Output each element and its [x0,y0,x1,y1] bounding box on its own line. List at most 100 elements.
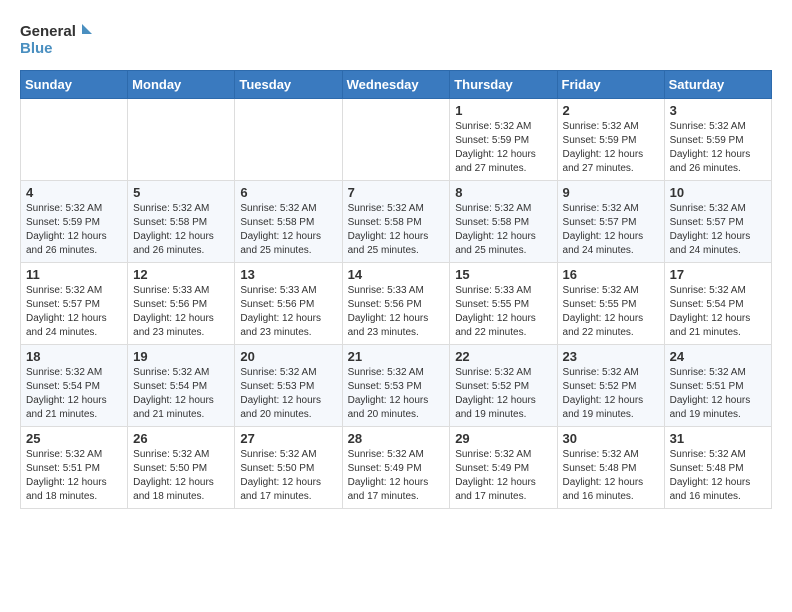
day-number: 27 [240,431,336,446]
day-number: 12 [133,267,229,282]
day-info: Sunrise: 5:32 AM Sunset: 5:52 PM Dayligh… [455,366,551,422]
day-number: 9 [563,185,659,200]
calendar-cell: 14Sunrise: 5:33 AM Sunset: 5:56 PM Dayli… [342,263,450,345]
calendar-cell: 29 Sunrise: 5:32 AM Sunset: 5:49 PM Dayli… [450,427,557,509]
day-info: Sunrise: 5:32 AM Sunset: 5:58 PM Dayligh… [455,202,551,258]
calendar-cell [128,99,235,181]
day-number: 22 [455,349,551,364]
calendar-cell: 23 Sunrise: 5:32 AM Sunset: 5:52 PM Dayli… [557,345,664,427]
calendar-cell: 18 Sunrise: 5:32 AM Sunset: 5:54 PM Dayli… [21,345,128,427]
calendar-cell: 15 Sunrise: 5:33 AM Sunset: 5:55 PM Dayli… [450,263,557,345]
day-info: Sunrise: 5:32 AM Sunset: 5:49 PM Dayligh… [455,448,551,504]
day-number: 5 [133,185,229,200]
logo-svg: General Blue [20,20,100,60]
day-info: Sunrise: 5:32 AM Sunset: 5:57 PM Dayligh… [670,202,766,258]
calendar-cell: 8 Sunrise: 5:32 AM Sunset: 5:58 PM Daylig… [450,181,557,263]
calendar-cell: 5 Sunrise: 5:32 AM Sunset: 5:58 PM Daylig… [128,181,235,263]
day-info: Sunrise: 5:32 AM Sunset: 5:53 PM Dayligh… [348,366,445,422]
calendar-table: SundayMondayTuesdayWednesdayThursdayFrid… [20,70,772,509]
day-info: Sunrise: 5:32 AM Sunset: 5:58 PM Dayligh… [348,202,445,258]
day-header-thursday: Thursday [450,71,557,99]
day-number: 13 [240,267,336,282]
day-number: 28 [348,431,445,446]
calendar-cell: 2 Sunrise: 5:32 AM Sunset: 5:59 PM Daylig… [557,99,664,181]
day-number: 7 [348,185,445,200]
calendar-cell: 6 Sunrise: 5:32 AM Sunset: 5:58 PM Daylig… [235,181,342,263]
calendar-cell: 26Sunrise: 5:32 AM Sunset: 5:50 PM Dayli… [128,427,235,509]
day-header-friday: Friday [557,71,664,99]
calendar-cell: 31Sunrise: 5:32 AM Sunset: 5:48 PM Dayli… [664,427,771,509]
day-header-monday: Monday [128,71,235,99]
day-header-wednesday: Wednesday [342,71,450,99]
day-info: Sunrise: 5:32 AM Sunset: 5:54 PM Dayligh… [133,366,229,422]
day-info: Sunrise: 5:33 AM Sunset: 5:56 PM Dayligh… [348,284,445,340]
calendar-week-1: 1 Sunrise: 5:32 AM Sunset: 5:59 PM Daylig… [21,99,772,181]
day-info: Sunrise: 5:32 AM Sunset: 5:54 PM Dayligh… [670,284,766,340]
day-number: 20 [240,349,336,364]
day-info: Sunrise: 5:32 AM Sunset: 5:57 PM Dayligh… [563,202,659,258]
calendar-cell: 21 Sunrise: 5:32 AM Sunset: 5:53 PM Dayli… [342,345,450,427]
day-info: Sunrise: 5:32 AM Sunset: 5:49 PM Dayligh… [348,448,445,504]
day-number: 17 [670,267,766,282]
day-number: 4 [26,185,122,200]
day-number: 1 [455,103,551,118]
day-number: 23 [563,349,659,364]
day-number: 10 [670,185,766,200]
day-number: 24 [670,349,766,364]
calendar-cell: 20 Sunrise: 5:32 AM Sunset: 5:53 PM Dayli… [235,345,342,427]
day-number: 6 [240,185,336,200]
calendar-cell: 3 Sunrise: 5:32 AM Sunset: 5:59 PM Daylig… [664,99,771,181]
calendar-cell: 1 Sunrise: 5:32 AM Sunset: 5:59 PM Daylig… [450,99,557,181]
day-number: 16 [563,267,659,282]
day-number: 3 [670,103,766,118]
calendar-week-4: 18 Sunrise: 5:32 AM Sunset: 5:54 PM Dayli… [21,345,772,427]
calendar-cell: 17 Sunrise: 5:32 AM Sunset: 5:54 PM Dayli… [664,263,771,345]
svg-text:Blue: Blue [20,40,53,57]
calendar-cell [342,99,450,181]
day-info: Sunrise: 5:32 AM Sunset: 5:58 PM Dayligh… [133,202,229,258]
day-info: Sunrise: 5:32 AM Sunset: 5:59 PM Dayligh… [455,120,551,176]
day-info: Sunrise: 5:33 AM Sunset: 5:56 PM Dayligh… [133,284,229,340]
calendar-cell: 25 Sunrise: 5:32 AM Sunset: 5:51 PM Dayli… [21,427,128,509]
calendar-cell: 27 Sunrise: 5:32 AM Sunset: 5:50 PM Dayli… [235,427,342,509]
logo: General Blue [20,20,100,60]
calendar-week-3: 11Sunrise: 5:32 AM Sunset: 5:57 PM Dayli… [21,263,772,345]
day-number: 21 [348,349,445,364]
page-header: General Blue [20,20,772,60]
day-info: Sunrise: 5:32 AM Sunset: 5:54 PM Dayligh… [26,366,122,422]
day-info: Sunrise: 5:32 AM Sunset: 5:50 PM Dayligh… [240,448,336,504]
day-info: Sunrise: 5:33 AM Sunset: 5:55 PM Dayligh… [455,284,551,340]
day-header-saturday: Saturday [664,71,771,99]
day-number: 25 [26,431,122,446]
day-header-tuesday: Tuesday [235,71,342,99]
day-info: Sunrise: 5:32 AM Sunset: 5:48 PM Dayligh… [670,448,766,504]
day-number: 2 [563,103,659,118]
day-number: 15 [455,267,551,282]
calendar-cell: 9 Sunrise: 5:32 AM Sunset: 5:57 PM Daylig… [557,181,664,263]
calendar-header-row: SundayMondayTuesdayWednesdayThursdayFrid… [21,71,772,99]
day-info: Sunrise: 5:32 AM Sunset: 5:59 PM Dayligh… [670,120,766,176]
day-info: Sunrise: 5:33 AM Sunset: 5:56 PM Dayligh… [240,284,336,340]
calendar-cell: 7 Sunrise: 5:32 AM Sunset: 5:58 PM Daylig… [342,181,450,263]
calendar-cell: 19 Sunrise: 5:32 AM Sunset: 5:54 PM Dayli… [128,345,235,427]
calendar-week-2: 4 Sunrise: 5:32 AM Sunset: 5:59 PM Daylig… [21,181,772,263]
day-info: Sunrise: 5:32 AM Sunset: 5:51 PM Dayligh… [26,448,122,504]
day-header-sunday: Sunday [21,71,128,99]
calendar-cell: 28 Sunrise: 5:32 AM Sunset: 5:49 PM Dayli… [342,427,450,509]
calendar-cell: 12 Sunrise: 5:33 AM Sunset: 5:56 PM Dayli… [128,263,235,345]
calendar-week-5: 25 Sunrise: 5:32 AM Sunset: 5:51 PM Dayli… [21,427,772,509]
day-info: Sunrise: 5:32 AM Sunset: 5:55 PM Dayligh… [563,284,659,340]
day-number: 19 [133,349,229,364]
day-info: Sunrise: 5:32 AM Sunset: 5:52 PM Dayligh… [563,366,659,422]
day-number: 8 [455,185,551,200]
day-number: 26 [133,431,229,446]
day-info: Sunrise: 5:32 AM Sunset: 5:58 PM Dayligh… [240,202,336,258]
day-number: 29 [455,431,551,446]
day-number: 18 [26,349,122,364]
calendar-cell: 30Sunrise: 5:32 AM Sunset: 5:48 PM Dayli… [557,427,664,509]
svg-text:General: General [20,23,76,40]
day-info: Sunrise: 5:32 AM Sunset: 5:53 PM Dayligh… [240,366,336,422]
calendar-cell: 16 Sunrise: 5:32 AM Sunset: 5:55 PM Dayli… [557,263,664,345]
day-info: Sunrise: 5:32 AM Sunset: 5:59 PM Dayligh… [563,120,659,176]
day-info: Sunrise: 5:32 AM Sunset: 5:59 PM Dayligh… [26,202,122,258]
